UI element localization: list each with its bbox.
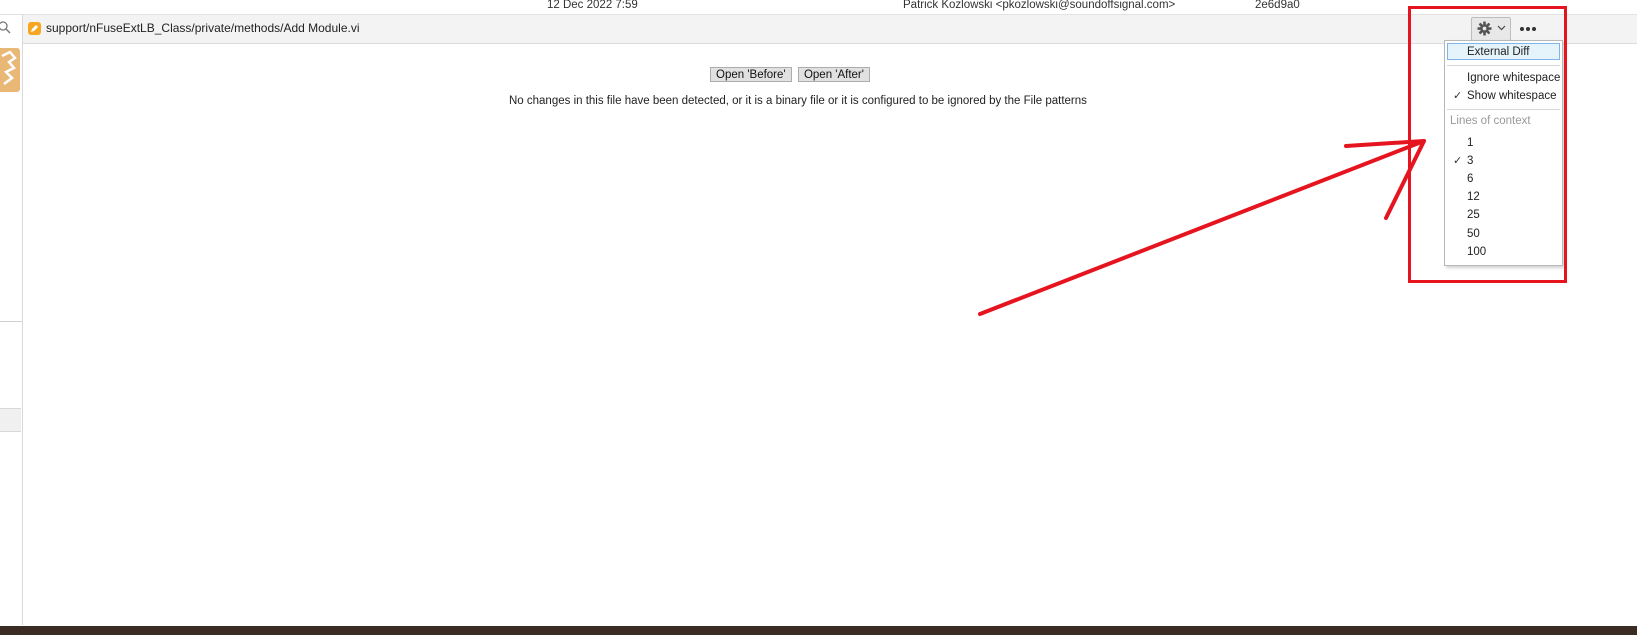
left-panel <box>0 15 23 625</box>
commit-author: Patrick Kozlowski <pkozlowski@soundoffsi… <box>903 0 1176 11</box>
open-buttons: Open 'Before' Open 'After' <box>710 67 873 82</box>
file-path: support/nFuseExtLB_Class/private/methods… <box>46 21 360 35</box>
file-modified-icon <box>28 22 41 35</box>
commit-date: 12 Dec 2022 7:59 <box>547 0 638 11</box>
divider <box>0 321 22 322</box>
open-before-button[interactable]: Open 'Before' <box>710 67 792 82</box>
selected-row[interactable] <box>0 408 21 432</box>
commit-hash: 2e6d9a0 <box>1255 0 1300 11</box>
annotation-box <box>1408 6 1567 283</box>
search-icon[interactable] <box>0 21 12 35</box>
avatar <box>0 48 20 92</box>
no-changes-message: No changes in this file have been detect… <box>509 95 1087 107</box>
open-after-button[interactable]: Open 'After' <box>797 67 870 82</box>
file-header: support/nFuseExtLB_Class/private/methods… <box>23 15 1637 44</box>
taskbar <box>0 626 1637 635</box>
commit-row[interactable]: 12 Dec 2022 7:59 Patrick Kozlowski <pkoz… <box>0 0 1637 15</box>
